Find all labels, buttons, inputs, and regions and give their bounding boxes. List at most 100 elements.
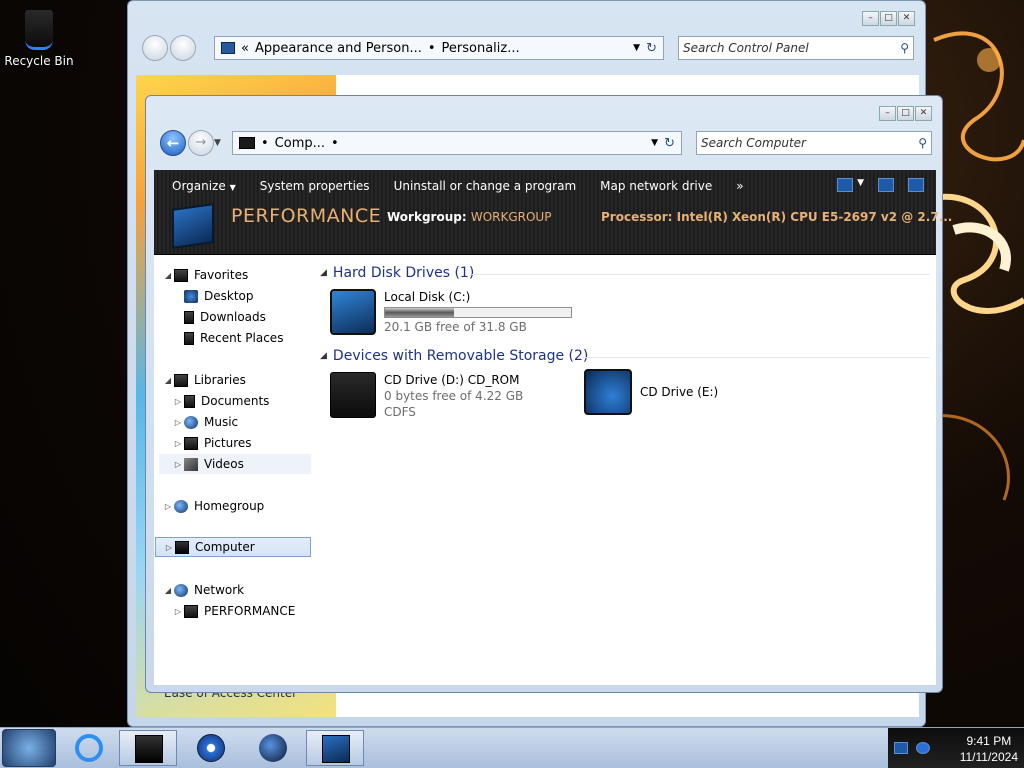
search-icon[interactable]: ⚲ bbox=[918, 136, 927, 150]
favorites-icon bbox=[174, 268, 188, 282]
drive-d[interactable]: CD Drive (D:) CD_ROM 0 bytes free of 4.2… bbox=[330, 372, 523, 420]
breadcrumb-computer[interactable]: Comp... bbox=[275, 136, 325, 151]
nav-libraries[interactable]: ◢ Libraries bbox=[162, 370, 246, 390]
address-dropdown-icon[interactable]: ▼ bbox=[651, 138, 658, 148]
collapse-arrow-icon[interactable]: ◢ bbox=[162, 376, 174, 385]
nav-pictures[interactable]: ▷ Pictures bbox=[172, 433, 252, 453]
clock[interactable]: 9:41 PM 11/11/2024 bbox=[960, 733, 1018, 765]
recycle-bin-desktop-icon[interactable]: Recycle Bin bbox=[4, 6, 74, 68]
collapse-arrow-icon[interactable]: ◢ bbox=[162, 271, 174, 280]
back-button[interactable] bbox=[142, 35, 168, 61]
expand-arrow-icon[interactable]: ▷ bbox=[163, 543, 175, 552]
removable-storage-group-header[interactable]: ◢ Devices with Removable Storage (2) bbox=[320, 348, 588, 364]
processor-label: Processor: bbox=[601, 210, 673, 224]
downloads-icon bbox=[184, 310, 194, 324]
control-panel-search[interactable]: Search Control Panel ⚲ bbox=[678, 36, 914, 60]
refresh-icon[interactable]: ↻ bbox=[664, 136, 675, 151]
uninstall-program-button[interactable]: Uninstall or change a program bbox=[382, 176, 589, 196]
network-tray-icon[interactable] bbox=[894, 742, 908, 754]
explorer-command-bar: Organize ▼ System properties Uninstall o… bbox=[154, 170, 952, 255]
drive-c[interactable]: Local Disk (C:) 20.1 GB free of 31.8 GB bbox=[330, 289, 572, 335]
maximize-button[interactable]: □ bbox=[880, 11, 897, 26]
refresh-icon[interactable]: ↻ bbox=[646, 41, 657, 56]
collapse-arrow-icon[interactable]: ◢ bbox=[320, 351, 327, 361]
minimize-button[interactable]: – bbox=[879, 106, 896, 121]
close-button[interactable]: ✕ bbox=[915, 106, 932, 121]
nav-videos[interactable]: ▷ Videos bbox=[159, 454, 311, 474]
change-view-icon[interactable] bbox=[837, 178, 854, 192]
hard-disk-icon bbox=[330, 289, 376, 335]
explorer-address-bar[interactable]: • Comp... • ▼ ↻ bbox=[232, 131, 682, 155]
nav-homegroup-label: Homegroup bbox=[194, 499, 265, 513]
help-icon[interactable] bbox=[908, 178, 924, 192]
nav-downloads-label: Downloads bbox=[200, 310, 266, 324]
expand-arrow-icon[interactable]: ▷ bbox=[162, 502, 174, 511]
address-dropdown-icon[interactable]: ▼ bbox=[633, 43, 640, 53]
expand-arrow-icon[interactable]: ▷ bbox=[172, 460, 184, 469]
breadcrumb-personalization[interactable]: Personaliz... bbox=[442, 41, 520, 56]
homegroup-icon bbox=[174, 499, 188, 513]
desktop-icon bbox=[184, 289, 198, 303]
nav-libraries-label: Libraries bbox=[194, 373, 246, 387]
nav-network-computer[interactable]: ▷ PERFORMANCE bbox=[172, 601, 295, 621]
volume-tray-icon[interactable] bbox=[916, 742, 930, 754]
nav-favorites[interactable]: ◢ Favorites bbox=[162, 265, 248, 285]
nav-network[interactable]: ◢ Network bbox=[162, 580, 244, 600]
view-options-dropdown-icon[interactable]: ▼ bbox=[857, 178, 864, 192]
drive-e[interactable]: CD Drive (E:) bbox=[584, 369, 718, 415]
expand-arrow-icon[interactable]: ▷ bbox=[172, 418, 184, 427]
group-divider bbox=[472, 274, 930, 275]
system-properties-button[interactable]: System properties bbox=[248, 176, 382, 196]
control-panel-search-input[interactable]: Search Control Panel bbox=[683, 41, 809, 55]
explorer-search-input[interactable]: Search Computer bbox=[701, 136, 806, 150]
preview-pane-icon[interactable] bbox=[878, 178, 894, 192]
removable-storage-label: Devices with Removable Storage (2) bbox=[332, 348, 589, 364]
nav-homegroup[interactable]: ▷ Homegroup bbox=[162, 496, 264, 516]
nav-network-label: Network bbox=[194, 583, 245, 597]
nav-desktop[interactable]: Desktop bbox=[184, 286, 254, 306]
breadcrumb-overflow[interactable]: « bbox=[241, 41, 249, 56]
computer-icon bbox=[175, 540, 189, 554]
breadcrumb-appearance[interactable]: Appearance and Person... bbox=[255, 41, 422, 56]
taskbar-network[interactable] bbox=[244, 730, 302, 766]
nav-videos-label: Videos bbox=[204, 457, 244, 471]
expand-arrow-icon[interactable]: ▷ bbox=[172, 439, 184, 448]
forward-button[interactable] bbox=[170, 35, 196, 61]
expand-arrow-icon[interactable]: ▷ bbox=[172, 607, 184, 616]
close-button[interactable]: ✕ bbox=[898, 11, 915, 26]
search-icon[interactable]: ⚲ bbox=[900, 41, 909, 55]
drive-c-name: Local Disk (C:) bbox=[384, 290, 471, 304]
control-panel-address-bar[interactable]: « Appearance and Person... • Personaliz.… bbox=[214, 36, 664, 60]
computer-large-icon bbox=[172, 203, 214, 249]
start-button[interactable] bbox=[2, 729, 56, 767]
minimize-button[interactable]: – bbox=[862, 11, 879, 26]
nav-computer[interactable]: ▷ Computer bbox=[155, 537, 311, 557]
nav-desktop-label: Desktop bbox=[204, 289, 254, 303]
recent-pages-dropdown-icon[interactable]: ▼ bbox=[214, 138, 221, 148]
nav-recent-places[interactable]: Recent Places bbox=[184, 328, 283, 348]
nav-recent-places-label: Recent Places bbox=[200, 331, 284, 345]
hard-disk-drives-group-header[interactable]: ◢ Hard Disk Drives (1) bbox=[320, 265, 474, 281]
taskbar-internet-explorer[interactable] bbox=[60, 730, 118, 766]
map-network-drive-button[interactable]: Map network drive bbox=[588, 176, 724, 196]
nav-downloads[interactable]: Downloads bbox=[184, 307, 266, 327]
chevron-down-icon: ▼ bbox=[229, 183, 236, 192]
taskbar-windows-explorer[interactable] bbox=[119, 730, 177, 766]
nav-documents[interactable]: ▷ Documents bbox=[172, 391, 270, 411]
back-button[interactable]: ← bbox=[160, 130, 186, 156]
expand-arrow-icon[interactable]: ▷ bbox=[172, 397, 184, 406]
nav-music[interactable]: ▷ Music bbox=[172, 412, 238, 432]
drive-c-free-space: 20.1 GB free of 31.8 GB bbox=[384, 320, 527, 334]
explorer-search[interactable]: Search Computer ⚲ bbox=[696, 131, 932, 155]
taskbar-media-player[interactable] bbox=[182, 730, 240, 766]
maximize-button[interactable]: □ bbox=[897, 106, 914, 121]
videos-icon bbox=[184, 457, 198, 471]
taskbar-control-panel[interactable] bbox=[306, 730, 364, 766]
more-commands-button[interactable]: » bbox=[724, 176, 755, 196]
collapse-arrow-icon[interactable]: ◢ bbox=[320, 268, 327, 278]
collapse-arrow-icon[interactable]: ◢ bbox=[162, 586, 174, 595]
clock-date: 11/11/2024 bbox=[959, 750, 1018, 764]
organize-menu[interactable]: Organize ▼ bbox=[160, 176, 248, 196]
media-player-icon bbox=[197, 734, 225, 762]
forward-button[interactable]: → bbox=[188, 130, 214, 156]
